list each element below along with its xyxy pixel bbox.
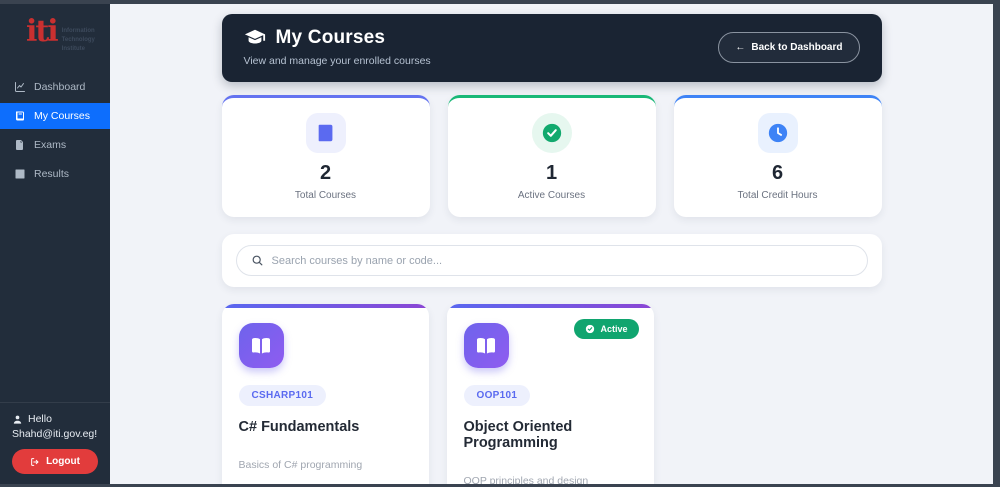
- course-tile: [238, 323, 284, 368]
- stat-label: Total Credit Hours: [737, 190, 818, 201]
- app-window: iti Information Technology Institute Das…: [0, 4, 993, 484]
- open-book-icon: [477, 337, 495, 353]
- sidebar-item-label: Exams: [34, 139, 67, 151]
- courses-grid: CSHARP101 C# Fundamentals Basics of C# p…: [221, 304, 882, 484]
- stat-card-total-credit-hours: 6 Total Credit Hours: [673, 95, 882, 217]
- course-code-badge: CSHARP101: [238, 385, 327, 406]
- stats-row: 2 Total Courses 1 Active Courses 6 Total…: [221, 95, 882, 217]
- stat-value: 2: [319, 162, 332, 184]
- sidebar-item-label: Results: [34, 168, 70, 180]
- page-title: My Courses: [275, 27, 386, 48]
- course-title: Object Oriented Programming: [463, 419, 573, 451]
- iti-logo-text: Information Technology Institute: [61, 28, 95, 52]
- page-header-card: My Courses View and manage your enrolled…: [221, 14, 882, 82]
- course-description: Basics of C# programming: [238, 459, 363, 471]
- page-subtitle: View and manage your enrolled courses: [243, 55, 431, 67]
- arrow-left-icon: ←: [735, 41, 746, 53]
- graduation-cap-icon: [244, 29, 265, 44]
- sidebar-nav: Dashboard My Courses Exams Results: [0, 74, 110, 187]
- stat-label: Active Courses: [517, 190, 586, 201]
- logout-button[interactable]: Logout: [12, 449, 98, 474]
- user-greeting: Hello: [12, 413, 98, 425]
- active-status-badge: Active: [574, 319, 639, 339]
- scrollbar[interactable]: [993, 4, 1000, 484]
- search-box[interactable]: [235, 245, 868, 276]
- course-tile: [463, 323, 509, 368]
- open-book-icon: [252, 337, 270, 353]
- search-icon: [252, 255, 262, 266]
- sidebar-item-exams[interactable]: Exams: [0, 132, 110, 158]
- stat-label: Total Courses: [294, 190, 357, 201]
- iti-logo-mark: iti: [26, 14, 59, 49]
- sidebar-item-my-courses[interactable]: My Courses: [0, 103, 110, 129]
- sidebar: iti Information Technology Institute Das…: [0, 4, 110, 484]
- sidebar-item-dashboard[interactable]: Dashboard: [0, 74, 110, 100]
- stat-card-active-courses: 1 Active Courses: [447, 95, 656, 217]
- course-card-oop101[interactable]: Active OOP101 Object Oriented Programmin…: [446, 304, 654, 484]
- book-icon: [16, 111, 24, 121]
- course-description: OOP principles and design: [463, 475, 589, 484]
- file-text-icon: [16, 140, 23, 150]
- iti-logo: iti Information Technology Institute: [0, 4, 110, 64]
- clock-icon: [768, 123, 787, 143]
- check-circle-icon: [586, 324, 595, 334]
- search-card: [221, 234, 882, 287]
- stat-value: 1: [545, 162, 558, 184]
- course-title: C# Fundamentals: [238, 419, 360, 435]
- main-content: My Courses View and manage your enrolled…: [110, 4, 993, 484]
- clipboard-chart-icon: [15, 169, 25, 179]
- user-email: Shahd@iti.gov.eg!: [12, 428, 98, 440]
- stat-card-total-courses: 2 Total Courses: [221, 95, 430, 217]
- book-icon: [318, 124, 332, 142]
- search-input[interactable]: [271, 254, 853, 267]
- sidebar-user-section: Hello Shahd@iti.gov.eg! Logout: [0, 402, 110, 484]
- course-code-badge: OOP101: [463, 385, 531, 406]
- course-card-csharp101[interactable]: CSHARP101 C# Fundamentals Basics of C# p…: [221, 304, 429, 484]
- logout-icon: [31, 457, 39, 466]
- chart-line-icon: [15, 82, 25, 92]
- back-to-dashboard-button[interactable]: ← Back to Dashboard: [718, 31, 860, 63]
- person-icon: [13, 415, 22, 424]
- sidebar-item-label: My Courses: [34, 110, 91, 122]
- page-header-text: My Courses View and manage your enrolled…: [244, 27, 431, 67]
- sidebar-item-label: Dashboard: [34, 81, 86, 93]
- sidebar-item-results[interactable]: Results: [0, 161, 110, 187]
- check-circle-icon: [542, 123, 561, 143]
- stat-value: 6: [771, 162, 784, 184]
